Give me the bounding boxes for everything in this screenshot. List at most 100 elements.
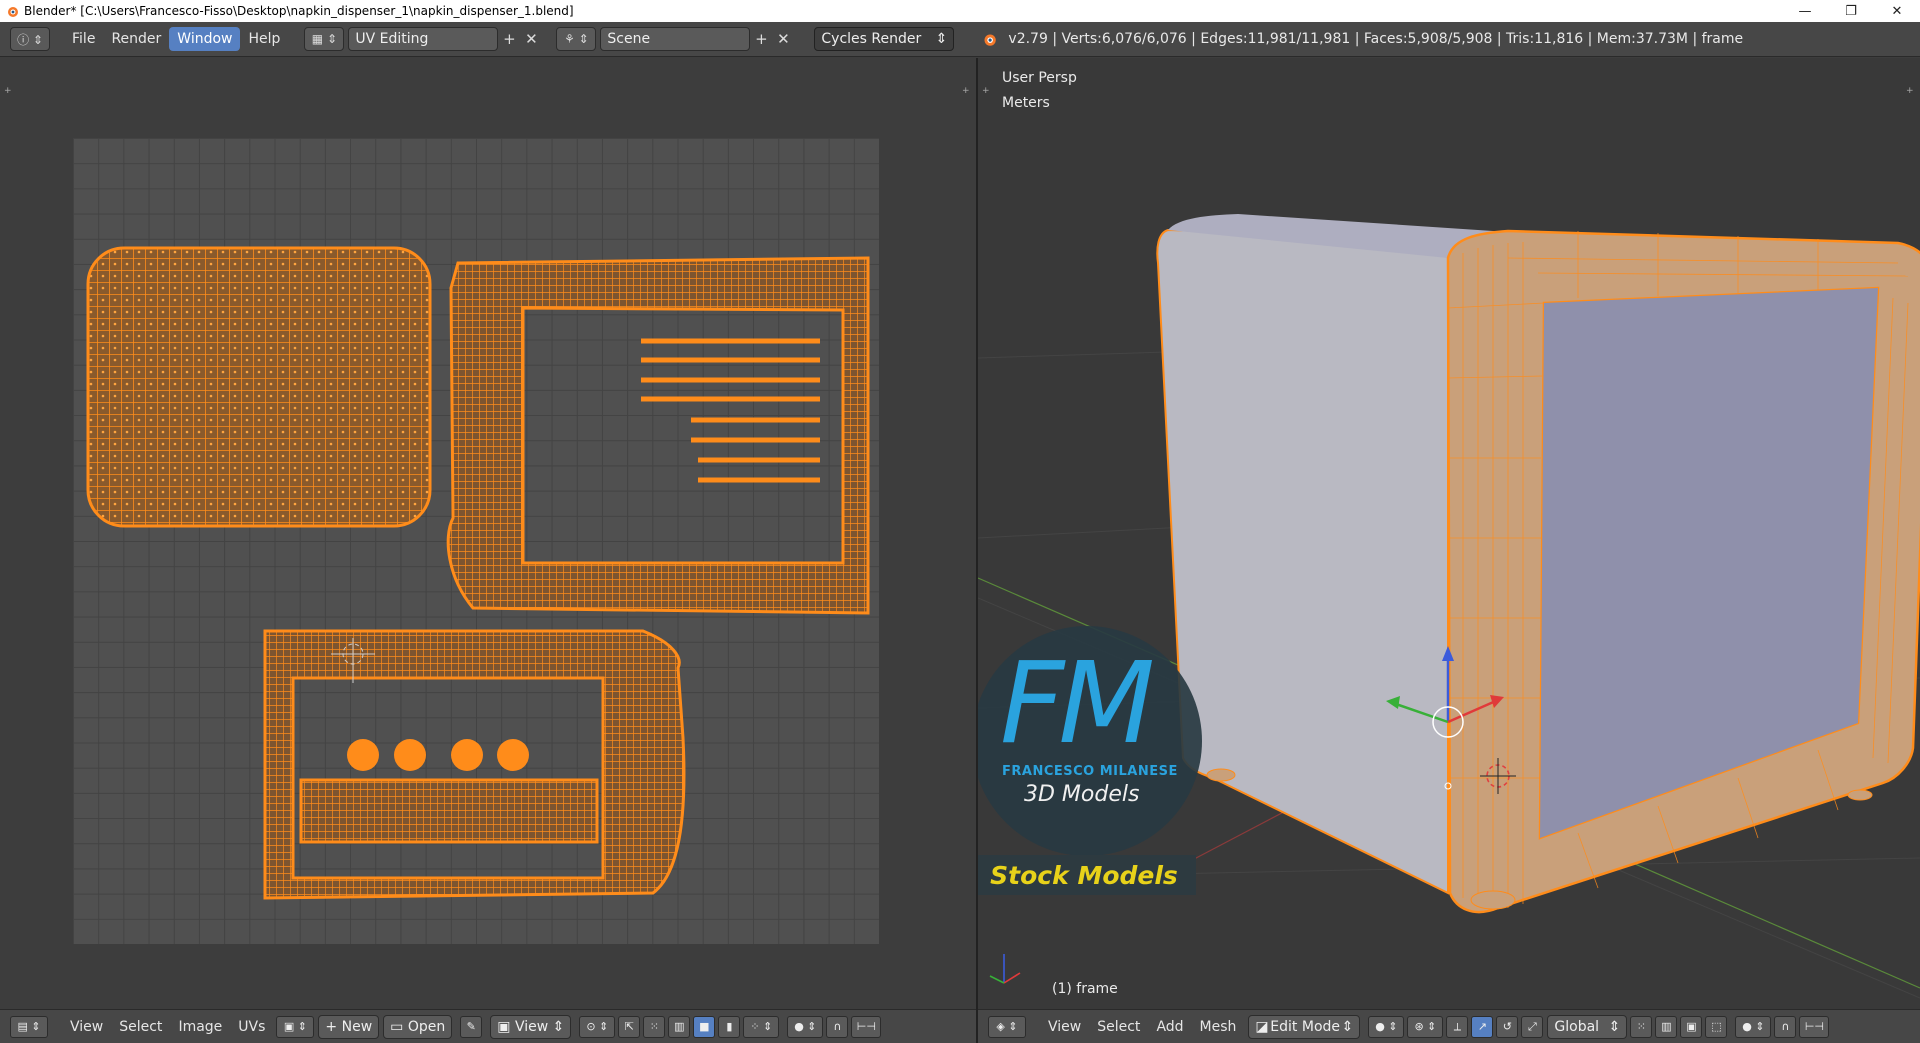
view-mode-dropdown[interactable]: ▣ View ⇕ (490, 1014, 572, 1039)
image-browse-icon[interactable]: ▣ ⇕ (276, 1015, 315, 1038)
uv-feet-islands (347, 739, 529, 771)
add-scene-icon[interactable]: + (750, 28, 772, 50)
active-object-label: (1) frame (1052, 981, 1118, 997)
menu-file[interactable]: File (64, 27, 103, 51)
uv-islands[interactable] (73, 138, 879, 944)
dispenser-side-face[interactable] (1156, 228, 1449, 895)
edit-mode-icon: ◪ (1255, 1018, 1269, 1035)
blender-status-logo-icon (984, 34, 997, 46)
view-mode-label: View (514, 1018, 549, 1035)
editor-type-3d-icon[interactable]: ◈ ⇕ (988, 1015, 1026, 1038)
foot-left (1206, 768, 1236, 782)
menu-render[interactable]: Render (103, 27, 169, 51)
vp-menu-mesh[interactable]: Mesh (1192, 1015, 1245, 1039)
remove-layout-icon[interactable]: ✕ (520, 28, 542, 50)
blender-logo-icon (8, 7, 18, 17)
plus-icon: + (325, 1018, 342, 1035)
scale-manipulator-icon[interactable]: ⤢ (1521, 1015, 1544, 1038)
vp-menu-view[interactable]: View (1040, 1015, 1089, 1039)
screen-layout-icon[interactable]: ▦ ⇕ (304, 27, 345, 51)
menu-window[interactable]: Window (169, 27, 241, 51)
uv-slot-lines (641, 338, 820, 483)
uv-editor-header: ▤ ⇕ View Select Image UVs ▣ ⇕ + New ▭ Op… (0, 1009, 976, 1043)
island-select-icon[interactable]: ▮ (718, 1015, 741, 1038)
scene-selector-icon[interactable]: ⚘ ⇕ (556, 27, 597, 51)
uv-menu-select[interactable]: Select (111, 1015, 170, 1039)
viewport-shading-icon[interactable]: ● ⇕ (1368, 1015, 1405, 1038)
editor-type-info-icon[interactable]: ⓘ ⇕ (10, 27, 50, 51)
window-titlebar: Blender* [C:\Users\Francesco-Fisso\Deskt… (0, 0, 1920, 22)
vp-menu-add[interactable]: Add (1148, 1015, 1191, 1039)
pivot-icon[interactable]: ⊙ ⇕ (579, 1015, 616, 1038)
watermark-logo-letters: FM (1000, 639, 1155, 769)
dropdown-arrows-icon: ⇕ (1608, 1018, 1621, 1035)
uv-island-front[interactable] (86, 246, 432, 528)
restore-button[interactable]: ❐ (1828, 0, 1874, 22)
remove-scene-icon[interactable]: ✕ (772, 28, 794, 50)
uv-bar-island (299, 778, 599, 844)
new-image-button[interactable]: + New (318, 1014, 380, 1039)
scene-field[interactable]: Scene (600, 27, 751, 51)
new-image-label: New (341, 1018, 373, 1035)
add-layout-icon[interactable]: + (498, 28, 520, 50)
foot-front (1470, 890, 1516, 910)
viewport-header: ◈ ⇕ View Select Add Mesh ◪ Edit Mode ⇕ ● ⇕… (978, 1009, 1920, 1043)
scene-statistics: v2.79 | Verts:6,076/6,076 | Edges:11,981… (1008, 31, 1744, 47)
snap-icon[interactable]: ∩ (826, 1015, 849, 1038)
interaction-mode-label: Edit Mode (1270, 1018, 1341, 1035)
minimize-button[interactable]: — (1782, 0, 1828, 22)
open-image-button[interactable]: ▭ Open (383, 1014, 453, 1039)
uv-menu-image[interactable]: Image (170, 1015, 230, 1039)
proportional-edit-icon[interactable]: ● ⇕ (787, 1015, 824, 1038)
edge-mode-icon[interactable]: ▥ (1655, 1015, 1678, 1038)
interaction-mode-dropdown[interactable]: ◪ Edit Mode ⇕ (1248, 1014, 1361, 1039)
occlude-geometry-icon[interactable]: ⬚ (1705, 1015, 1728, 1038)
vertex-select-icon[interactable]: ⁙ (643, 1015, 666, 1038)
foot-right (1847, 789, 1873, 801)
region-toggle-icon[interactable]: + (962, 86, 970, 96)
window-title: Blender* [C:\Users\Francesco-Fisso\Deskt… (24, 4, 574, 18)
edge-select-icon[interactable]: ▥ (668, 1015, 691, 1038)
info-header: ⓘ ⇕ File Render Window Help ▦ ⇕ UV Editi… (0, 22, 1920, 57)
dropdown-arrows-icon: ⇕ (935, 31, 948, 47)
watermark-tagline: 3D Models (1024, 782, 1140, 807)
render-engine-label: Cycles Render (821, 31, 922, 47)
face-mode-icon[interactable]: ▣ (1680, 1015, 1703, 1038)
dropdown-arrows-icon: ⇕ (1341, 1018, 1354, 1035)
editor-type-image-icon[interactable]: ▤ ⇕ (10, 1015, 48, 1038)
face-select-icon[interactable]: ■ (693, 1015, 716, 1038)
view-mode-icon: ▣ (497, 1018, 515, 1035)
translate-manipulator-icon[interactable]: ↗ (1471, 1015, 1494, 1038)
transform-orientation-label: Global (1554, 1018, 1600, 1035)
snap-target-icon[interactable]: ⊢⊣ (851, 1015, 882, 1038)
pivot-point-icon[interactable]: ⊛ ⇕ (1407, 1015, 1444, 1038)
uv-menu-uvs[interactable]: UVs (230, 1015, 273, 1039)
render-engine-dropdown[interactable]: Cycles Render ⇕ (814, 27, 955, 51)
3d-viewport[interactable]: + + User Persp Meters FM FRANCESCO MILAN… (978, 58, 1920, 1009)
screen-layout-field[interactable]: UV Editing (348, 27, 499, 51)
close-window-button[interactable]: ✕ (1874, 0, 1920, 22)
transform-orientation-dropdown[interactable]: Global ⇕ (1547, 1014, 1628, 1039)
uv-menu-view[interactable]: View (62, 1015, 111, 1039)
manipulator-toggle-icon[interactable]: ⟂ (1446, 1015, 1469, 1038)
snap-target-icon[interactable]: ⊢⊣ (1799, 1015, 1830, 1038)
vp-menu-select[interactable]: Select (1089, 1015, 1148, 1039)
menu-help[interactable]: Help (240, 27, 288, 51)
uv-island-frame-top[interactable] (446, 256, 870, 615)
uv-grid[interactable] (73, 138, 879, 944)
dropdown-arrows-icon: ⇕ (548, 1018, 565, 1035)
region-toggle-icon[interactable]: + (4, 86, 12, 96)
rotate-manipulator-icon[interactable]: ↺ (1496, 1015, 1519, 1038)
pin-icon[interactable]: ✎ (460, 1015, 483, 1038)
sync-selection-icon[interactable]: ⇱ (618, 1015, 641, 1038)
watermark-banner: Stock Models (978, 855, 1196, 895)
axis-gizmo-icon (989, 954, 1021, 984)
folder-icon: ▭ (390, 1018, 408, 1035)
watermark: FM FRANCESCO MILANESE 3D Models (978, 626, 1202, 856)
snap-icon[interactable]: ∩ (1774, 1015, 1797, 1038)
proportional-edit-icon[interactable]: ● ⇕ (1735, 1015, 1772, 1038)
uv-image-editor[interactable]: + + (0, 58, 976, 1009)
open-image-label: Open (407, 1018, 446, 1035)
sticky-mode-icon[interactable]: ⁘ ⇕ (743, 1015, 780, 1038)
vertex-mode-icon[interactable]: ⁙ (1630, 1015, 1653, 1038)
